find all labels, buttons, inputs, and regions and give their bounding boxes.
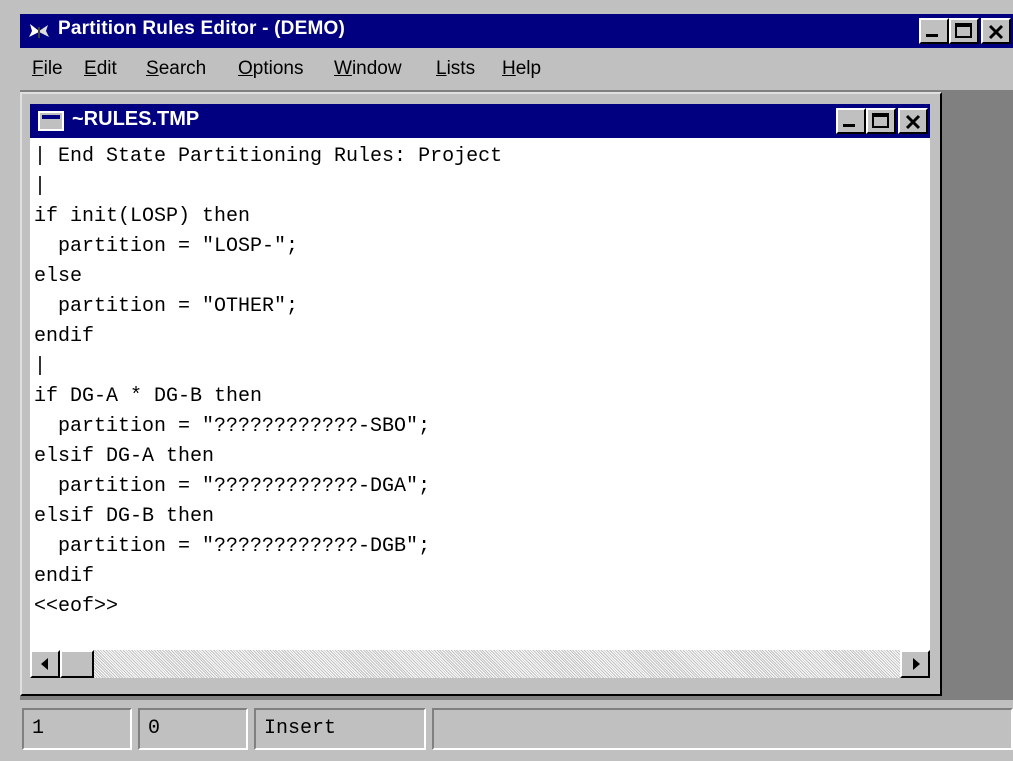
butterfly-app-icon <box>29 24 49 38</box>
document-control-menu-icon[interactable] <box>38 111 64 131</box>
status-edit-mode: Insert <box>254 708 426 750</box>
scroll-right-button[interactable] <box>900 650 930 678</box>
horizontal-scrollbar[interactable] <box>30 646 930 678</box>
scroll-left-button[interactable] <box>30 650 60 678</box>
document-titlebar[interactable]: ~RULES.TMP <box>30 104 930 138</box>
code-text: | End State Partitioning Rules: Project |… <box>34 142 502 622</box>
code-line: <<eof>> <box>34 595 119 618</box>
code-line: endif <box>34 565 95 588</box>
code-line: elsif DG-B then <box>34 505 215 528</box>
code-line: partition = "????????????-DGA"; <box>34 475 431 498</box>
maximize-icon <box>872 113 889 128</box>
code-line: partition = "????????????-SBO"; <box>34 415 431 438</box>
menu-bar: File Edit Search Options Window Lists He… <box>20 52 1013 88</box>
code-line: | End State Partitioning Rules: Project <box>34 145 503 168</box>
code-line: partition = "OTHER"; <box>34 295 299 318</box>
menu-file[interactable]: File <box>32 58 63 80</box>
code-line: | <box>34 355 47 378</box>
code-line: partition = "????????????-DGB"; <box>34 535 431 558</box>
maximize-button[interactable] <box>949 18 979 44</box>
scrollbar-thumb[interactable] <box>60 650 94 678</box>
code-line: if init(LOSP) then <box>34 205 251 228</box>
arrow-right-icon <box>913 658 920 670</box>
minimize-button[interactable] <box>919 18 949 44</box>
status-bar: 1 0 Insert <box>20 702 1013 761</box>
arrow-left-icon <box>41 658 48 670</box>
maximize-icon <box>955 23 972 38</box>
document-maximize-button[interactable] <box>866 108 896 134</box>
menu-search[interactable]: Search <box>146 58 206 80</box>
menu-help[interactable]: Help <box>502 58 541 80</box>
close-button[interactable] <box>981 18 1011 44</box>
menu-lists[interactable]: Lists <box>436 58 475 80</box>
app-titlebar[interactable]: Partition Rules Editor - (DEMO) <box>20 14 1013 48</box>
document-title: ~RULES.TMP <box>72 108 200 130</box>
status-column-number: 0 <box>138 708 248 750</box>
document-close-button[interactable] <box>898 108 928 134</box>
status-message <box>432 708 1013 750</box>
code-line: endif <box>34 325 95 348</box>
scrollbar-track[interactable] <box>30 650 930 678</box>
menu-edit[interactable]: Edit <box>84 58 117 80</box>
code-line: | <box>34 175 47 198</box>
code-line: partition = "LOSP-"; <box>34 235 299 258</box>
code-line: if DG-A * DG-B then <box>34 385 263 408</box>
minimize-icon <box>926 34 938 37</box>
status-line-number: 1 <box>22 708 132 750</box>
code-line: else <box>34 265 83 288</box>
document-minimize-button[interactable] <box>836 108 866 134</box>
menu-window[interactable]: Window <box>334 58 402 80</box>
application-window: Partition Rules Editor - (DEMO) File Edi… <box>0 0 1013 761</box>
menu-options[interactable]: Options <box>238 58 303 80</box>
code-editor[interactable]: | End State Partitioning Rules: Project |… <box>30 138 930 646</box>
close-icon <box>905 114 921 130</box>
close-icon <box>988 24 1004 40</box>
minimize-icon <box>843 124 855 127</box>
code-line: elsif DG-A then <box>34 445 215 468</box>
app-title: Partition Rules Editor - (DEMO) <box>58 18 345 39</box>
document-window[interactable]: ~RULES.TMP | End State Partitioning Rule… <box>20 92 942 696</box>
